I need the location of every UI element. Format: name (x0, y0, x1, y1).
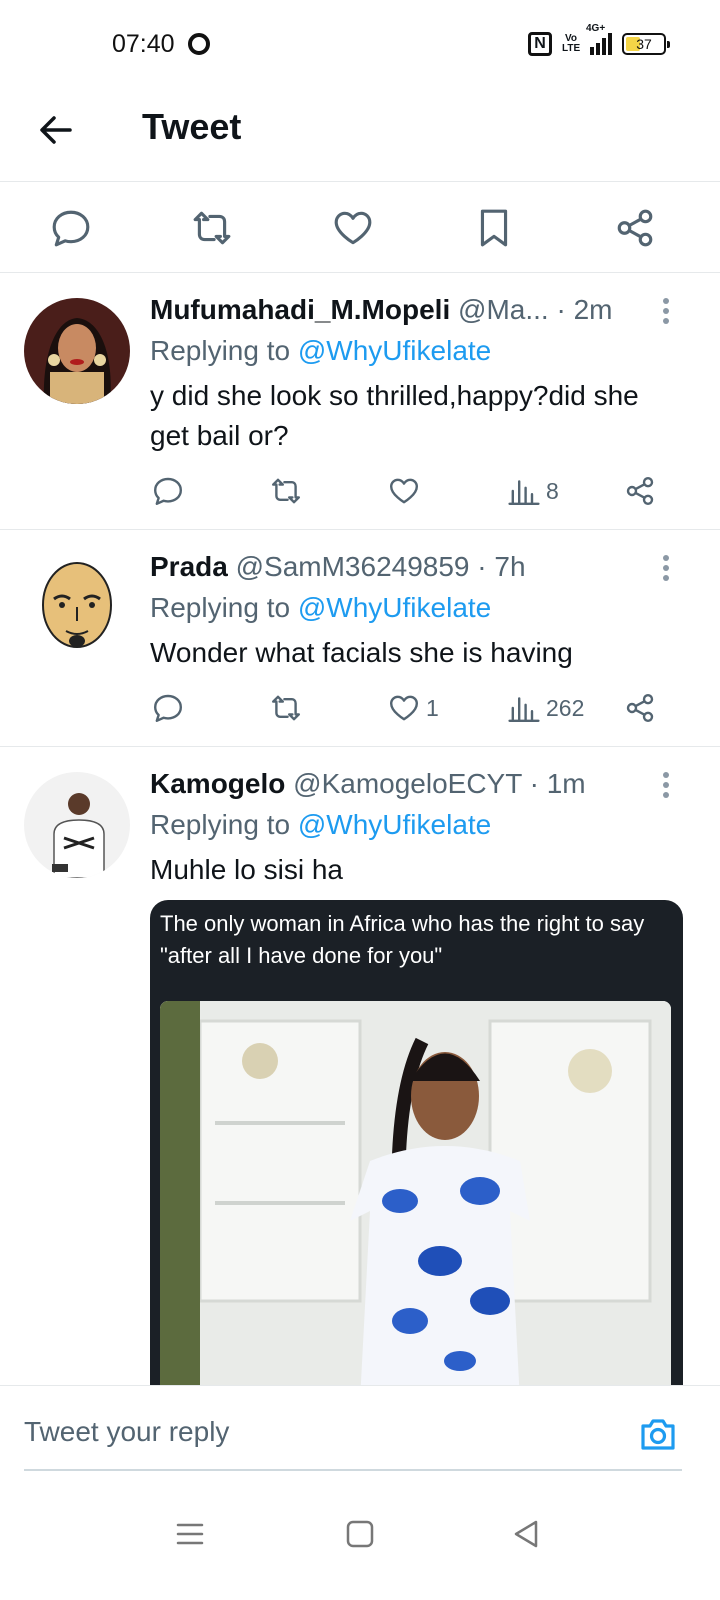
reply-tweet[interactable]: Mufumahadi_M.Mopeli @Ma... · 2m Replying… (0, 274, 720, 530)
input-underline (24, 1469, 682, 1471)
more-options-icon[interactable] (656, 553, 676, 583)
more-options-icon[interactable] (656, 770, 676, 800)
reply-button[interactable] (152, 473, 184, 509)
reply-button[interactable] (152, 690, 184, 726)
signal-icon: 4G+ (586, 23, 612, 55)
retweet-icon[interactable] (191, 207, 233, 249)
view-count: 8 (546, 477, 559, 504)
tweet-text: Wonder what facials she is having (150, 637, 573, 668)
avatar[interactable] (24, 555, 130, 661)
share-icon (626, 694, 654, 722)
status-bar: 07:40 N Vo LTE 4G+ 37 (0, 0, 720, 90)
views-button[interactable]: 262 (508, 690, 584, 726)
tweet-header: Mufumahadi_M.Mopeli @Ma... · 2m (150, 294, 660, 326)
display-name[interactable]: Mufumahadi_M.Mopeli (150, 294, 450, 325)
retweet-icon (272, 695, 300, 721)
like-heart-icon (390, 695, 418, 721)
views-chart-icon (508, 697, 540, 722)
network-type: 4G+ (586, 23, 606, 34)
retweet-icon (272, 478, 300, 504)
view-count: 262 (546, 694, 585, 721)
replying-label: Replying to (150, 592, 291, 623)
top-app-bar: Tweet (0, 90, 720, 182)
reply-composer: Tweet your reply (0, 1385, 720, 1475)
more-options-icon[interactable] (656, 296, 676, 326)
views-button[interactable]: 8 (508, 473, 559, 509)
media-caption: The only woman in Africa who has the rig… (160, 911, 645, 968)
volte-indicator: Vo LTE (562, 33, 581, 54)
tweet-text: y did she look so thrilled,happy?did she… (150, 380, 639, 451)
media-photo (160, 1001, 671, 1385)
home-icon[interactable] (342, 1516, 378, 1552)
page-title: Tweet (142, 106, 242, 147)
tweet-action-bar (0, 183, 720, 273)
like-heart-icon (390, 478, 418, 504)
timestamp[interactable]: · 1m (530, 768, 586, 799)
tweet-reply-input[interactable]: Tweet your reply (24, 1416, 229, 1448)
battery-level: 37 (636, 36, 652, 52)
tweet-actions: 1 262 (150, 690, 690, 726)
share-button[interactable] (624, 690, 656, 726)
tweet-media-image[interactable]: The only woman in Africa who has the rig… (150, 900, 683, 1385)
notification-circle-icon (188, 33, 210, 55)
tweet-actions: 8 (150, 473, 690, 509)
like-count: 1 (426, 694, 439, 721)
tweet-text: Muhle lo sisi ha (150, 854, 343, 885)
replying-to: Replying to @WhyUfikelate (150, 592, 491, 624)
bookmark-icon[interactable] (473, 207, 515, 249)
user-handle[interactable]: @SamM36249859 (236, 551, 470, 582)
mention-link[interactable]: @WhyUfikelate (298, 592, 491, 623)
replying-label: Replying to (150, 809, 291, 840)
display-name[interactable]: Kamogelo (150, 768, 285, 799)
avatar[interactable] (24, 298, 130, 404)
reply-tweet[interactable]: Prada @SamM36249859 · 7h Replying to @Wh… (0, 531, 720, 747)
tweet-header: Kamogelo @KamogeloECYT · 1m (150, 768, 660, 800)
retweet-button[interactable] (270, 473, 302, 509)
system-navigation-bar (0, 1476, 720, 1600)
reply-icon (154, 694, 182, 722)
timestamp[interactable]: · 7h (477, 551, 525, 582)
status-time: 07:40 (112, 30, 175, 58)
back-arrow-icon[interactable] (36, 110, 76, 150)
retweet-button[interactable] (270, 690, 302, 726)
like-button[interactable] (388, 473, 426, 509)
share-icon[interactable] (614, 207, 656, 249)
timestamp[interactable]: · 2m (556, 294, 612, 325)
mention-link[interactable]: @WhyUfikelate (298, 335, 491, 366)
back-triangle-icon[interactable] (508, 1516, 544, 1552)
camera-icon[interactable] (638, 1414, 678, 1454)
replying-label: Replying to (150, 335, 291, 366)
share-button[interactable] (624, 473, 656, 509)
battery-icon: 37 (622, 33, 670, 55)
menu-icon[interactable] (172, 1516, 208, 1552)
nfc-icon: N (528, 32, 552, 56)
tweet-header: Prada @SamM36249859 · 7h (150, 551, 660, 583)
replying-to: Replying to @WhyUfikelate (150, 809, 491, 841)
display-name[interactable]: Prada (150, 551, 228, 582)
mention-link[interactable]: @WhyUfikelate (298, 809, 491, 840)
share-icon (626, 477, 654, 505)
user-handle[interactable]: @KamogeloECYT (293, 768, 522, 799)
views-chart-icon (508, 480, 540, 505)
replying-to: Replying to @WhyUfikelate (150, 335, 491, 367)
user-handle[interactable]: @Ma... (458, 294, 549, 325)
like-button[interactable]: 1 (388, 690, 439, 726)
like-heart-icon[interactable] (332, 207, 374, 249)
avatar[interactable] (24, 772, 130, 878)
reply-icon (154, 477, 182, 505)
reply-icon[interactable] (50, 207, 92, 249)
status-icons: N Vo LTE 4G+ 37 (528, 23, 670, 58)
